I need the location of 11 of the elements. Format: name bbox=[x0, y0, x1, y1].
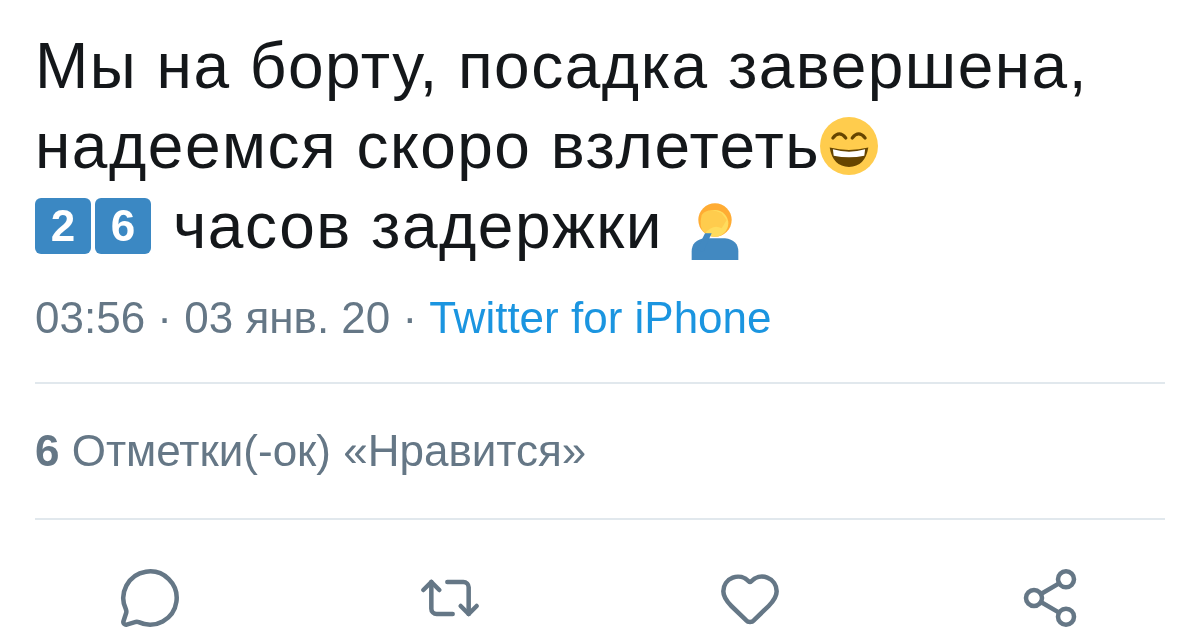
speech-bubble-icon bbox=[118, 566, 182, 630]
likes-count: 6 Отметки(-ок) «Нравится» bbox=[35, 426, 587, 476]
tweet-text: надеемся скоро взлететь bbox=[35, 110, 821, 182]
reply-button[interactable] bbox=[118, 566, 182, 630]
grinning-face-icon bbox=[820, 116, 879, 175]
number-keycap: 2 bbox=[35, 197, 91, 254]
tweet-text: часов задержки bbox=[173, 190, 664, 262]
tweet-timestamp: 03:56 · 03 янв. 20 · bbox=[35, 292, 418, 343]
number-keycap: 6 bbox=[95, 197, 151, 254]
tweet-text: Мы на борту, посадка завершена, bbox=[35, 30, 1088, 102]
source-link[interactable]: Twitter for iPhone bbox=[429, 292, 772, 343]
